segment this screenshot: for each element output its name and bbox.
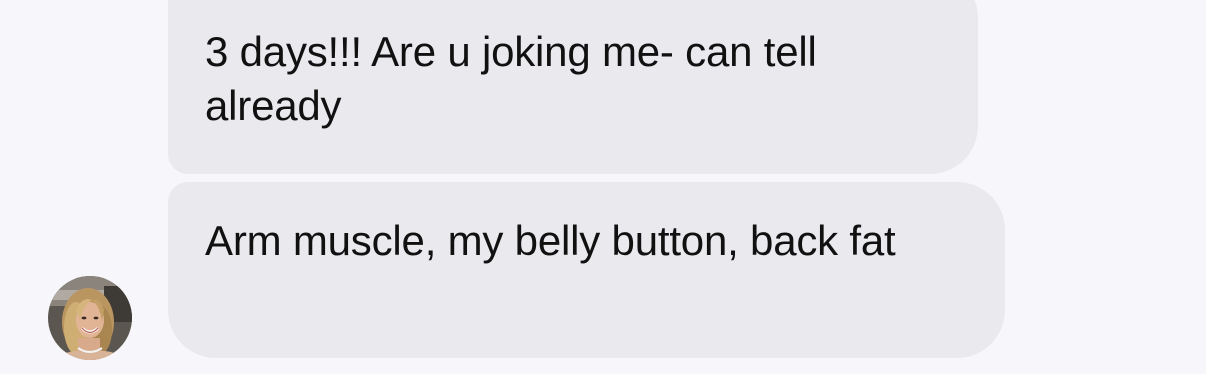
message-bubble-received[interactable]: 3 days!!! Are u joking me- can tell alre… — [168, 0, 978, 174]
message-text: Arm muscle, my belly button, back fat — [205, 217, 896, 264]
avatar[interactable] — [48, 276, 132, 360]
message-text: 3 days!!! Are u joking me- can tell alre… — [205, 28, 817, 129]
contact-photo-avatar-icon — [48, 276, 132, 360]
message-bubble-received[interactable]: Arm muscle, my belly button, back fat — [168, 182, 1005, 358]
